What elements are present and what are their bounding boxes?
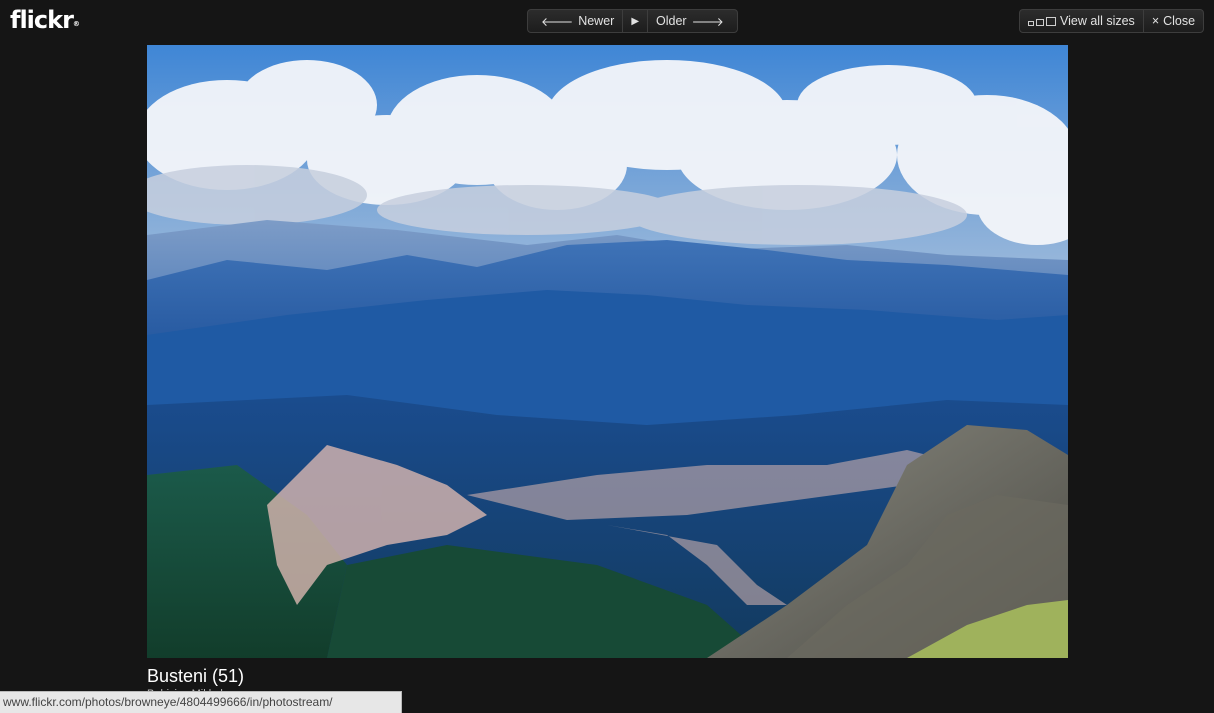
logo-text: flickr: [10, 6, 74, 34]
photo-actions: View all sizes × Close: [1019, 9, 1205, 33]
play-slideshow-button[interactable]: ▶: [622, 10, 647, 32]
older-button[interactable]: Older 🡒: [647, 10, 737, 32]
close-icon: ×: [1151, 14, 1160, 28]
photo-image[interactable]: [147, 45, 1068, 658]
view-all-sizes-label: View all sizes: [1060, 14, 1135, 28]
browser-status-bar: www.flickr.com/photos/browneye/480449966…: [0, 691, 402, 713]
play-icon: ▶: [631, 15, 640, 27]
close-label: Close: [1163, 14, 1196, 28]
left-arrow-icon: 🡐: [541, 14, 574, 29]
photo-navigation: 🡐 Newer ▶ Older 🡒: [527, 9, 738, 33]
view-all-sizes-button[interactable]: View all sizes: [1020, 10, 1143, 32]
flickr-logo[interactable]: flickr®: [10, 6, 80, 34]
sizes-icon: [1028, 16, 1056, 26]
photo-title[interactable]: Busteni (51): [147, 666, 244, 687]
status-url: www.flickr.com/photos/browneye/480449966…: [3, 695, 333, 709]
close-button[interactable]: × Close: [1142, 10, 1203, 32]
newer-button[interactable]: 🡐 Newer: [528, 10, 622, 32]
right-arrow-icon: 🡒: [691, 14, 724, 29]
landscape-photo: [147, 45, 1068, 658]
logo-mark: ®: [72, 20, 80, 28]
older-label: Older: [656, 14, 687, 28]
newer-label: Newer: [578, 14, 615, 28]
